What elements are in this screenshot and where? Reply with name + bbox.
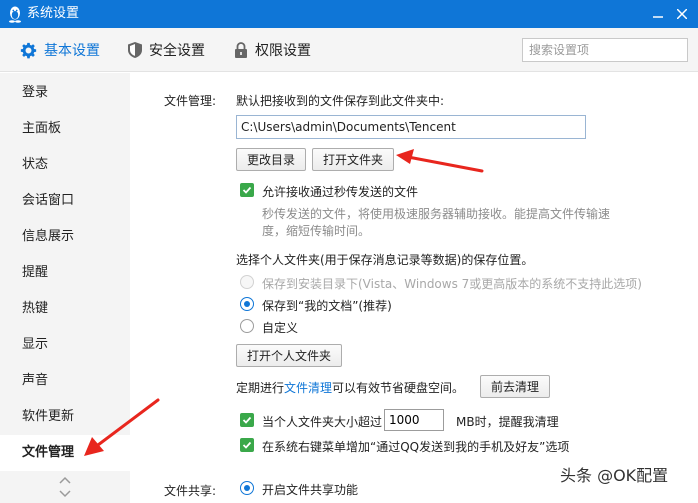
search-settings-input[interactable] [522, 38, 688, 62]
tab-permission-settings[interactable]: 权限设置 [234, 40, 311, 60]
window-title: 系统设置 [27, 6, 80, 21]
radio-custom-label: 自定义 [262, 321, 299, 335]
tab-security-settings[interactable]: 安全设置 [128, 40, 205, 60]
radio-custom[interactable] [240, 319, 254, 333]
qq-penguin-icon [9, 6, 21, 23]
sidebar-item-status[interactable]: 状态 [0, 147, 130, 183]
sidebar-item-login[interactable]: 登录 [0, 75, 130, 111]
tab-label: 权限设置 [255, 43, 311, 59]
go-cleanup-button[interactable]: 前去清理 [480, 375, 550, 398]
chevron-down-icon[interactable] [58, 489, 72, 499]
minimize-icon [653, 16, 663, 18]
lock-icon [235, 42, 247, 58]
personal-folder-prompt: 选择个人文件夹(用于保存消息记录等数据)的保存位置。 [236, 253, 534, 267]
checkmark-icon [242, 186, 252, 194]
tab-label: 安全设置 [149, 43, 205, 59]
allow-second-transfer-label: 允许接收通过秒传发送的文件 [262, 185, 419, 199]
radio-enable-file-share[interactable] [240, 481, 254, 495]
sidebar-item-sound[interactable]: 声音 [0, 363, 130, 399]
sidebar: 登录 主面板 状态 会话窗口 信息展示 提醒 热键 显示 声音 软件更新 文件管… [0, 73, 130, 503]
checkmark-icon [242, 416, 252, 424]
close-icon [677, 9, 687, 19]
context-menu-checkbox[interactable] [240, 438, 254, 452]
sidebar-item-reminder[interactable]: 提醒 [0, 255, 130, 291]
close-button[interactable] [672, 4, 692, 24]
second-transfer-desc-line2: 度，缩短传输时间。 [262, 224, 371, 238]
radio-save-my-documents[interactable] [240, 297, 254, 311]
tab-basic-settings[interactable]: 基本设置 [20, 40, 100, 60]
file-management-panel: 文件管理: 默认把接收到的文件保存到此文件夹中: C:\Users\admin\… [130, 73, 698, 503]
allow-second-transfer-checkbox[interactable] [240, 183, 254, 197]
chevron-up-icon[interactable] [58, 475, 72, 485]
save-path-value: C:\Users\admin\Documents\Tencent Files\6… [241, 120, 456, 134]
sidebar-item-display[interactable]: 显示 [0, 327, 130, 363]
file-share-section-label: 文件共享: [164, 484, 217, 498]
size-limit-suffix: MB时，提醒我清理 [456, 415, 559, 429]
minimize-button[interactable] [648, 4, 668, 24]
size-limit-prefix: 当个人文件夹大小超过 [262, 415, 383, 429]
open-folder-button[interactable]: 打开文件夹 [312, 148, 394, 171]
shield-icon [128, 42, 142, 58]
radio-save-my-documents-label: 保存到“我的文档”(推荐) [262, 299, 392, 313]
sidebar-item-file-management[interactable]: 文件管理 [0, 435, 130, 471]
sidebar-item-info-display[interactable]: 信息展示 [0, 219, 130, 255]
size-limit-input[interactable] [384, 409, 444, 431]
context-menu-label: 在系统右键菜单增加“通过QQ发送到我的手机及好友”选项 [262, 440, 570, 454]
radio-save-install-dir[interactable] [240, 275, 254, 289]
settings-top-nav: 基本设置 安全设置 权限设置 [0, 28, 698, 72]
file-cleanup-link[interactable]: 文件清理 [284, 381, 332, 395]
save-path-field[interactable]: C:\Users\admin\Documents\Tencent Files\6… [236, 115, 586, 139]
sidebar-item-software-update[interactable]: 软件更新 [0, 399, 130, 435]
radio-save-install-dir-label: 保存到安装目录下(Vista、Windows 7或更高版本的系统不支持此选项) [262, 277, 642, 291]
sidebar-item-hotkeys[interactable]: 热键 [0, 291, 130, 327]
cleanup-text: 定期进行文件清理可以有效节省硬盘空间。 [236, 379, 464, 396]
cleanup-prefix: 定期进行 [236, 381, 285, 395]
watermark: 头条 @OK配置 [560, 466, 669, 485]
cleanup-suffix: 可以有效节省硬盘空间。 [332, 381, 465, 395]
title-bar: 系统设置 [0, 0, 698, 28]
checkmark-icon [242, 441, 252, 449]
sidebar-item-chat-window[interactable]: 会话窗口 [0, 183, 130, 219]
gear-icon [20, 42, 37, 58]
tab-label: 基本设置 [44, 43, 100, 59]
default-save-folder-text: 默认把接收到的文件保存到此文件夹中: [236, 94, 445, 108]
sidebar-item-main-panel[interactable]: 主面板 [0, 111, 130, 147]
open-personal-folder-button[interactable]: 打开个人文件夹 [236, 344, 342, 367]
size-limit-checkbox[interactable] [240, 413, 254, 427]
enable-file-share-label: 开启文件共享功能 [262, 483, 359, 497]
file-management-section-label: 文件管理: [164, 94, 217, 108]
second-transfer-desc-line1: 秒传发送的文件，将使用极速服务器辅助接收。能提高文件传输速 [262, 207, 611, 221]
change-directory-button[interactable]: 更改目录 [236, 148, 306, 171]
